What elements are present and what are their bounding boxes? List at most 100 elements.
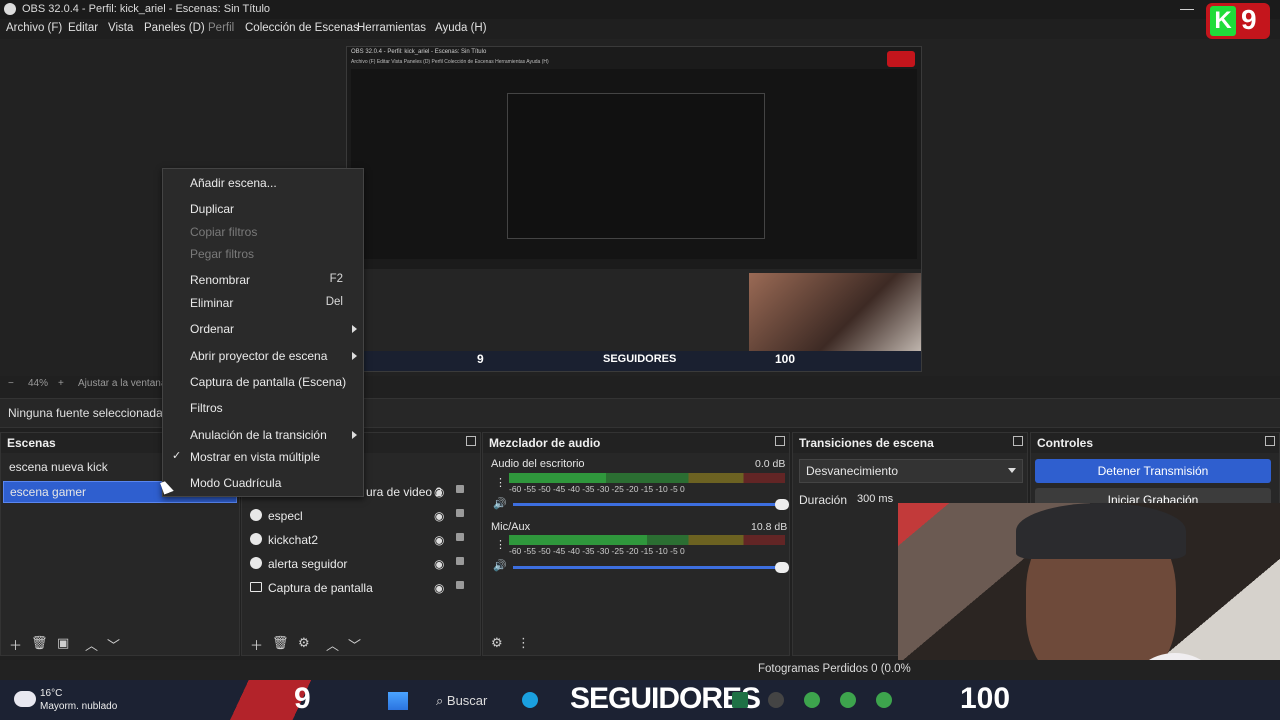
menu-item-grid-mode[interactable]: Modo Cuadrícula [163,472,363,494]
meter-ticks: -60 -55 -50 -45 -40 -35 -30 -25 -20 -15 … [509,484,685,494]
lock-icon[interactable] [456,581,464,589]
volume-slider-handle[interactable] [775,562,789,573]
menu-item-label: Ordenar [190,322,235,336]
menu-herramientas[interactable]: Herramientas [357,22,426,34]
undock-icon[interactable] [1265,436,1275,446]
menu-item-shortcut: Del [325,296,343,308]
k9-badge: K 9 [1206,3,1270,39]
add-scene-icon[interactable]: ＋ [9,635,22,654]
menu-item-show-multiview[interactable]: ✓ Mostrar en vista múltiple [163,446,363,468]
move-up-icon[interactable]: ︿ [85,635,98,654]
check-icon: ✓ [172,450,182,462]
volume-slider-handle[interactable] [775,499,789,510]
chrome-icon-2[interactable] [840,692,856,708]
menu-item-add-scene[interactable]: Añadir escena... [163,172,363,194]
menu-item-screenshot-scene[interactable]: Captura de pantalla (Escena) [163,371,363,393]
move-up-icon[interactable]: ︿ [326,635,339,654]
menu-coleccion-escenas[interactable]: Colección de Escenas [245,22,359,34]
edge-icon[interactable] [522,692,538,708]
zoom-in-button[interactable]: + [58,378,64,389]
menu-ayuda[interactable]: Ayuda (H) [435,22,487,34]
visibility-eye-icon[interactable]: ◉ [434,581,444,595]
obs-logo-icon [4,3,16,15]
lock-icon[interactable] [456,485,464,493]
menu-item-delete[interactable]: Eliminar Del [163,292,363,314]
menu-archivo[interactable]: Archivo (F) [6,22,62,34]
menu-item-label: Mostrar en vista múltiple [190,450,321,464]
volume-slider[interactable] [513,562,789,573]
menu-editar[interactable]: Editar [68,22,98,34]
windows-start-icon[interactable] [388,692,408,710]
visibility-eye-icon[interactable]: ◉ [434,509,444,523]
menu-dots-icon[interactable]: ⋮ [517,635,530,651]
cloud-icon[interactable] [14,691,36,707]
k9-badge-number: 9 [1241,4,1257,35]
visibility-eye-icon[interactable]: ◉ [434,533,444,547]
browser-source-icon [250,557,262,569]
menu-perfil[interactable]: Perfil [208,22,234,34]
menu-paneles[interactable]: Paneles (D) [144,22,205,34]
channel-menu-icon[interactable]: ⋮ [495,476,506,489]
undock-icon[interactable] [1013,436,1023,446]
delete-source-icon[interactable]: 🗑 [272,635,289,651]
taskbar-search[interactable]: ⌕ Buscar [436,693,487,709]
move-down-icon[interactable]: ﹀ [107,635,120,654]
undock-icon[interactable] [775,436,785,446]
menu-item-label: Abrir proyector de escena [190,349,328,363]
fit-window-button[interactable]: Ajustar a la ventana [78,378,166,389]
stop-stream-label: Detener Transmisión [1097,464,1209,478]
gear-icon[interactable]: ⚙ [298,635,310,651]
chrome-icon[interactable] [804,692,820,708]
lock-icon[interactable] [456,509,464,517]
menu-item-open-projector[interactable]: Abrir proyector de escena [163,345,363,367]
undock-icon[interactable] [466,436,476,446]
source-row-kickchat2[interactable]: kickchat2 ◉ [246,529,472,551]
weather-desc: Mayorm. nublado [40,701,118,712]
minimize-button[interactable]: — [1180,0,1194,16]
scenes-title: Escenas [7,436,56,450]
weather-temp: 16°C [40,688,63,699]
filters-icon[interactable]: ▣ [57,635,69,651]
source-row-captura-pantalla[interactable]: Captura de pantalla ◉ [246,577,472,599]
search-label: Buscar [446,693,488,708]
source-row-especl[interactable]: especl ◉ [246,505,472,527]
menu-item-label: Duplicar [190,202,235,216]
menu-item-rename[interactable]: Renombrar F2 [163,269,363,291]
stop-stream-button[interactable]: Detener Transmisión [1035,459,1271,483]
delete-scene-icon[interactable]: 🗑 [31,635,48,651]
advanced-audio-icon[interactable]: ⚙ [491,635,503,651]
mixer-footer: ⚙ ⋮ [483,631,789,655]
menu-item-order[interactable]: Ordenar [163,318,363,340]
move-down-icon[interactable]: ﹀ [348,635,361,654]
speaker-icon[interactable]: 🔊 [493,497,507,510]
menu-item-filters[interactable]: Filtros [163,397,363,419]
title-bar: OBS 32.0.4 - Perfil: kick_ariel - Escena… [0,0,1280,19]
obs-taskbar-icon[interactable] [768,692,784,708]
menu-vista[interactable]: Vista [108,22,133,34]
source-row-alerta-seguidor[interactable]: alerta seguidor ◉ [246,553,472,575]
transition-select[interactable]: Desvanecimiento [799,459,1023,483]
duration-input[interactable]: 300 ms [857,493,893,505]
zoom-out-button[interactable]: − [8,378,14,389]
visibility-eye-icon[interactable]: ◉ [434,557,444,571]
menu-item-copy-filters[interactable]: Copiar filtros [163,221,363,243]
volume-slider[interactable] [513,499,789,510]
chrome-icon-3[interactable] [876,692,892,708]
controls-title: Controles [1037,436,1094,450]
channel-menu-icon[interactable]: ⋮ [495,538,506,551]
excel-icon[interactable] [732,692,748,708]
no-source-selected-text: Ninguna fuente seleccionada [8,406,163,420]
lock-icon[interactable] [456,557,464,565]
lock-icon[interactable] [456,533,464,541]
add-source-icon[interactable]: ＋ [250,635,263,654]
controls-dock-header: Controles [1031,433,1279,453]
mixer-dock-header: Mezclador de audio [483,433,789,453]
visibility-eye-icon[interactable]: ◉ [434,485,444,499]
menu-item-transition-override[interactable]: Anulación de la transición [163,424,363,446]
preview-nested-canvas [507,93,765,239]
stream-preview[interactable]: OBS 32.0.4 - Perfil: kick_ariel - Escena… [346,46,922,372]
scene-label: escena gamer [10,485,87,499]
speaker-icon[interactable]: 🔊 [493,559,507,572]
menu-item-paste-filters[interactable]: Pegar filtros [163,243,363,265]
menu-item-duplicate[interactable]: Duplicar [163,198,363,220]
